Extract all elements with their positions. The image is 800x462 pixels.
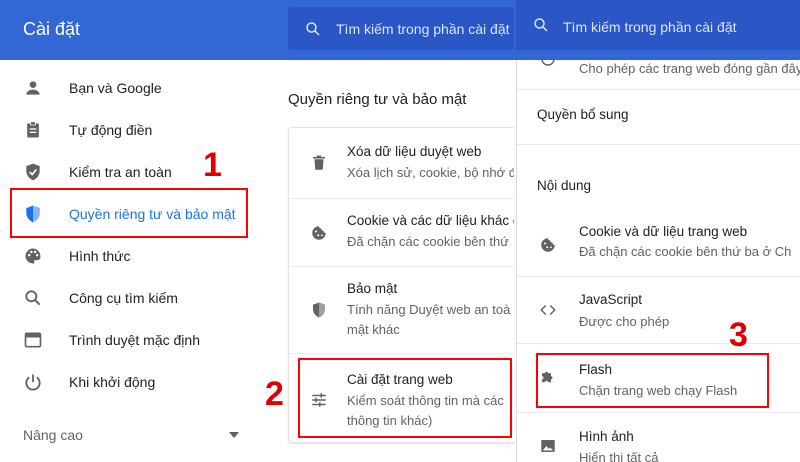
search-box-right[interactable]: Tìm kiếm trong phần cài đặt (516, 0, 800, 50)
caret-down-icon[interactable] (228, 430, 240, 440)
sidebar-item-on-startup[interactable]: Khi khởi động (0, 362, 260, 402)
search-icon (306, 22, 320, 36)
row-title: Xóa dữ liệu duyệt web (347, 144, 482, 159)
header-strip (516, 50, 800, 60)
app-title: Cài đặt (23, 19, 81, 39)
sidebar-item-label: Công cụ tìm kiếm (69, 290, 178, 306)
annotation-number-3: 3 (729, 316, 748, 354)
clear-browsing-data-row[interactable]: Xóa dữ liệu duyệt web Xóa lịch sử, cooki… (289, 128, 514, 198)
clipboard-icon (27, 121, 39, 138)
divider (517, 89, 800, 90)
highlight-box-2 (298, 358, 512, 438)
search-box[interactable]: Tìm kiếm trong phần cài đặt (288, 7, 514, 50)
highlight-box-1 (10, 188, 248, 238)
sidebar: Bạn và Google Tự động điền Kiểm tra an t… (0, 60, 260, 462)
sidebar-item-label: Khi khởi động (69, 374, 156, 390)
row-title: Cookie và dữ liệu trang web (579, 224, 748, 239)
sidebar-item-appearance[interactable]: Hình thức (0, 236, 260, 276)
annotation-number-1: 1 (203, 146, 222, 184)
row-description: Đã chặn các cookie bên thứ (347, 234, 509, 249)
sidebar-item-label: Hình thức (69, 248, 131, 264)
row-title: JavaScript (579, 292, 643, 307)
highlight-box-3 (536, 353, 769, 408)
row-description: Cho phép các trang web đóng gần đây (579, 61, 800, 76)
sidebar-item-label: Tự động điền (69, 122, 153, 138)
row-title: Bảo mật (347, 281, 398, 296)
row-description: Xóa lịch sử, cookie, bộ nhớ đ (347, 165, 514, 180)
cookies-site-data-row[interactable]: Cookie và dữ liệu trang web Đã chặn các … (517, 212, 800, 276)
trash-icon (313, 155, 325, 170)
power-icon (25, 374, 41, 391)
code-icon (540, 304, 556, 316)
cookie-icon (541, 238, 555, 252)
search-input-right[interactable]: Tìm kiếm trong phần cài đặt (563, 19, 737, 35)
divider (517, 144, 800, 145)
search-input[interactable]: Tìm kiếm trong phần cài đặt (336, 21, 510, 37)
sidebar-item-default-browser[interactable]: Trình duyệt mặc định (0, 320, 260, 360)
sidebar-item-label: Bạn và Google (69, 80, 162, 96)
javascript-row[interactable]: JavaScript Được cho phép (517, 277, 800, 343)
shield-icon (313, 302, 325, 318)
advanced-toggle[interactable]: Nâng cao (23, 427, 83, 443)
row-description: Được cho phép (579, 314, 670, 329)
sidebar-item-search-engine[interactable]: Công cụ tìm kiếm (0, 278, 260, 318)
image-icon (541, 440, 555, 452)
section-title: Quyền riêng tư và bảo mật (288, 91, 467, 108)
sidebar-item-label: Kiểm tra an toàn (69, 164, 172, 180)
section-heading-content: Nội dung (537, 178, 592, 193)
row-description-line2: mật khác (347, 322, 400, 337)
popups-row-partial[interactable]: Cho phép các trang web đóng gần đây (517, 60, 800, 90)
annotation-number-2: 2 (265, 375, 284, 413)
search-icon (534, 18, 548, 32)
row-description: Hiển thị tất cả (579, 450, 659, 462)
row-description: Tính năng Duyệt web an toà (347, 302, 511, 317)
sidebar-item-you-and-google[interactable]: Bạn và Google (0, 68, 260, 108)
sidebar-item-label: Trình duyệt mặc định (69, 332, 200, 348)
browser-icon (24, 332, 42, 348)
sidebar-item-autofill[interactable]: Tự động điền (0, 110, 260, 150)
images-row[interactable]: Hình ảnh Hiển thị tất cả (517, 413, 800, 462)
popup-icon (541, 60, 555, 66)
search-icon (25, 290, 41, 306)
palette-icon (25, 248, 41, 264)
cookie-icon (312, 226, 326, 240)
row-title: Hình ảnh (579, 429, 634, 444)
row-description: Đã chặn các cookie bên thứ ba ở Ch (579, 244, 792, 259)
shield-check-icon (26, 163, 40, 181)
row-title: Cookie và các dữ liệu khác c (347, 213, 514, 228)
cookies-row[interactable]: Cookie và các dữ liệu khác c Đã chặn các… (289, 198, 514, 266)
section-heading-additional[interactable]: Quyền bổ sung (537, 107, 629, 122)
person-icon (26, 81, 40, 95)
security-row[interactable]: Bảo mật Tính năng Duyệt web an toà mật k… (289, 266, 514, 353)
